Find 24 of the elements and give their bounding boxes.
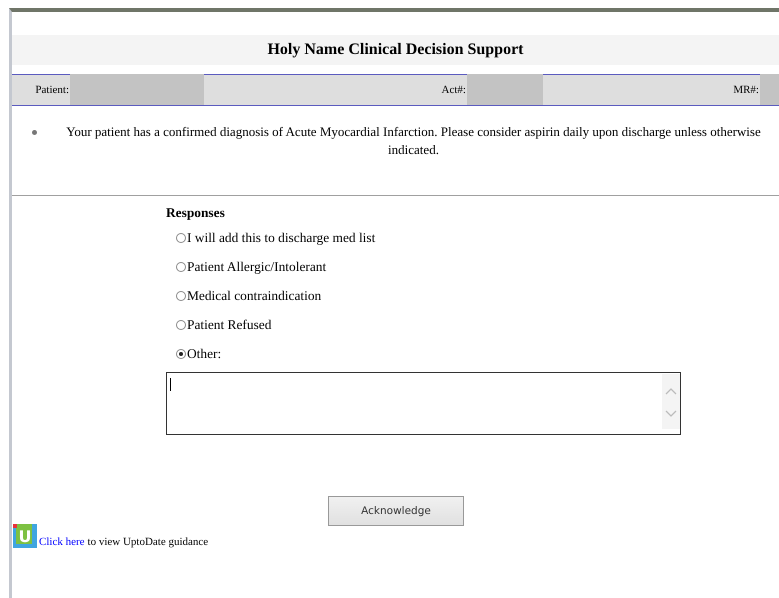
radio-button[interactable]	[176, 233, 186, 243]
dialog-title: Holy Name Clinical Decision Support	[12, 35, 779, 65]
radio-button[interactable]	[176, 262, 186, 272]
guidance-link[interactable]: Click here	[39, 536, 85, 548]
bullet-icon	[32, 130, 37, 135]
radio-button[interactable]	[176, 320, 186, 330]
radio-option[interactable]: Patient Refused	[176, 317, 779, 333]
field-label: Act#:	[442, 84, 466, 96]
field-label: Patient:	[35, 84, 69, 96]
radio-option[interactable]: I will add this to discharge med list	[176, 230, 779, 246]
alert-message: Your patient has a confirmed diagnosis of Acute Myocardial Infarction. Please consider aspirin daily upon discharge unless otherwise indicated.	[65, 123, 762, 159]
app-logo: U	[13, 524, 37, 548]
text-cursor	[170, 378, 171, 391]
responses-heading: Responses	[166, 205, 226, 221]
acknowledge-button[interactable]: Acknowledge	[328, 496, 464, 526]
radio-button[interactable]	[176, 349, 186, 359]
radio-option[interactable]: Medical contraindication	[176, 288, 779, 304]
scroll-arrows-icon	[662, 374, 680, 429]
text-area[interactable]	[166, 372, 681, 435]
field-label: MR#:	[733, 84, 759, 96]
radio-option[interactable]: Other:	[176, 346, 779, 362]
radio-button[interactable]	[176, 291, 186, 301]
radio-option[interactable]: Patient Allergic/Intolerant	[176, 259, 779, 275]
footer-text: to view UptoDate guidance	[88, 536, 208, 548]
